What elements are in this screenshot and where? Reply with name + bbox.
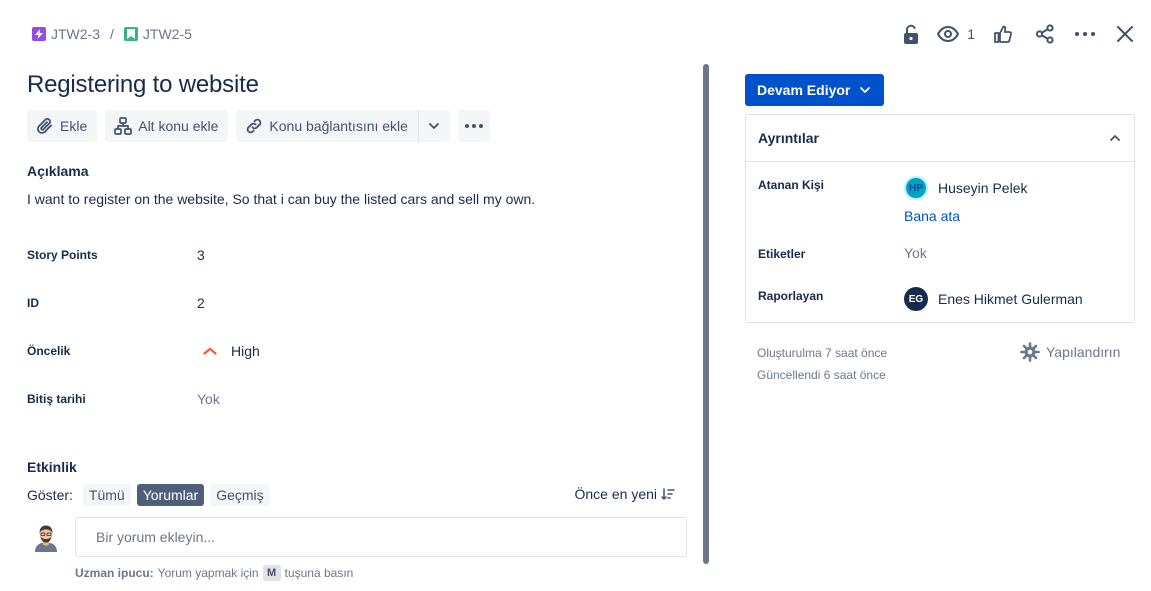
created-time: Oluşturulma 7 saat önce: [757, 346, 888, 360]
issue-meta: Oluşturulma 7 saat önce Güncellendi 6 sa…: [757, 342, 887, 386]
details-header[interactable]: Ayrıntılar: [746, 115, 1134, 162]
thumbs-up-icon: [994, 25, 1012, 43]
priority-high-icon: [203, 347, 217, 355]
breadcrumb-parent[interactable]: JTW2-3: [32, 26, 100, 42]
like-button[interactable]: [991, 22, 1015, 46]
link-options-button[interactable]: [417, 110, 450, 142]
link-label: Konu bağlantısını ekle: [269, 118, 408, 134]
configure-button[interactable]: Yapılandırın: [1020, 342, 1120, 362]
share-icon: [1035, 24, 1054, 44]
reporter-person[interactable]: EG Enes Hikmet Gulerman: [904, 287, 1083, 311]
close-icon: [1117, 26, 1133, 42]
shortcut-key: M: [262, 565, 281, 581]
id-label: ID: [27, 296, 39, 310]
labels-row: Etiketler Yok: [758, 245, 1124, 261]
chevron-down-icon: [429, 123, 440, 129]
issue-key: JTW2-5: [142, 26, 192, 42]
avatar: HP: [904, 176, 928, 200]
labels-label: Etiketler: [758, 247, 806, 261]
field-due-date[interactable]: Bitiş tarihi Yok: [27, 389, 667, 409]
breadcrumb-issue[interactable]: JTW2-5: [123, 26, 192, 42]
filter-comments[interactable]: Yorumlar: [136, 484, 205, 506]
priority-value: High: [231, 343, 260, 359]
link-icon: [247, 118, 262, 134]
details-panel: Ayrıntılar Atanan Kişi HP Huseyin Pelek …: [745, 114, 1135, 323]
epic-icon: [32, 27, 46, 41]
scrollbar-thumb[interactable]: [703, 64, 709, 564]
assignee-label: Atanan Kişi: [758, 178, 825, 192]
breadcrumb: JTW2-3 / JTW2-5: [32, 25, 192, 43]
id-value[interactable]: 2: [197, 295, 205, 311]
current-user-avatar: [35, 525, 57, 552]
sort-label: Önce en yeni: [574, 486, 658, 502]
lock-button[interactable]: [899, 22, 923, 46]
assignee-name: Huseyin Pelek: [938, 180, 1028, 196]
chevron-down-icon: [860, 87, 871, 93]
field-id[interactable]: ID 2: [27, 293, 667, 313]
status-label: Devam Ediyor: [757, 82, 851, 98]
link-issue-button[interactable]: Konu bağlantısını ekle: [236, 110, 418, 142]
subtask-icon: [114, 117, 133, 135]
activity-heading: Etkinlik: [27, 459, 77, 475]
close-button[interactable]: [1113, 22, 1137, 46]
description-text[interactable]: I want to register on the website, So th…: [27, 191, 535, 207]
issue-title[interactable]: Registering to website: [27, 71, 259, 99]
attach-button[interactable]: Ekle: [27, 110, 98, 142]
watch-button[interactable]: 1: [937, 22, 975, 46]
parent-key: JTW2-3: [51, 26, 100, 42]
watch-count: 1: [967, 26, 975, 42]
activity-filter-row: Göster: Tümü Yorumlar Geçmiş: [27, 484, 276, 506]
breadcrumb-separator: /: [110, 26, 114, 42]
lock-icon: [904, 24, 919, 44]
add-subtask-button[interactable]: Alt konu ekle: [105, 110, 229, 142]
sort-button[interactable]: Önce en yeni: [575, 486, 676, 502]
reporter-label: Raporlayan: [758, 289, 824, 303]
more-icon: [464, 124, 483, 128]
pro-tip: Uzman ipucu: Yorum yapmak için M tuşuna …: [75, 565, 353, 581]
chevron-up-icon: [1110, 135, 1120, 141]
reporter-name: Enes Hikmet Gulerman: [938, 291, 1083, 307]
issue-toolbar: Ekle Alt konu ekle Konu bağlantısını ekl…: [27, 110, 490, 142]
paperclip-icon: [37, 118, 52, 134]
sort-icon: [661, 488, 675, 500]
toolbar-more-button[interactable]: [457, 110, 490, 142]
more-actions-button[interactable]: [1073, 22, 1097, 46]
more-icon: [1075, 32, 1095, 36]
story-points-label: Story Points: [27, 248, 98, 262]
details-heading: Ayrıntılar: [758, 130, 819, 146]
filter-history[interactable]: Geçmiş: [210, 484, 270, 506]
gear-icon: [1020, 342, 1040, 362]
updated-time: Güncellendi 6 saat önce: [757, 368, 886, 382]
due-date-value[interactable]: Yok: [197, 391, 220, 407]
share-button[interactable]: [1033, 22, 1057, 46]
story-icon: [123, 27, 138, 41]
configure-label: Yapılandırın: [1046, 344, 1121, 360]
attach-label: Ekle: [60, 118, 88, 134]
field-story-points[interactable]: Story Points 3: [27, 245, 667, 265]
avatar: EG: [904, 287, 928, 311]
pro-tip-before: Yorum yapmak için: [157, 566, 259, 580]
reporter-row: Raporlayan EG Enes Hikmet Gulerman: [758, 287, 1124, 311]
show-label: Göster:: [27, 487, 73, 503]
status-button[interactable]: Devam Ediyor: [745, 74, 885, 106]
due-date-label: Bitiş tarihi: [27, 392, 86, 406]
assignee-value: HP Huseyin Pelek Bana ata: [904, 176, 1028, 224]
subtask-label: Alt konu ekle: [138, 118, 219, 134]
assignee-row: Atanan Kişi HP Huseyin Pelek Bana ata: [758, 176, 1124, 224]
assignee-person[interactable]: HP Huseyin Pelek: [904, 176, 1028, 200]
assign-to-me-link[interactable]: Bana ata: [904, 208, 1028, 224]
description-heading: Açıklama: [27, 163, 89, 179]
eye-icon: [937, 26, 960, 42]
pro-tip-after: tuşuna basın: [284, 566, 354, 580]
labels-value[interactable]: Yok: [904, 245, 927, 261]
priority-label: Öncelik: [27, 344, 71, 358]
priority-value-wrap[interactable]: High: [197, 343, 260, 359]
filter-all[interactable]: Tümü: [82, 484, 131, 506]
pro-tip-bold: Uzman ipucu:: [75, 566, 154, 580]
field-priority[interactable]: Öncelik High: [27, 341, 667, 361]
link-issue-group: Konu bağlantısını ekle: [236, 110, 450, 142]
comment-input[interactable]: [75, 517, 687, 557]
issue-actions: 1: [899, 22, 1137, 46]
story-points-value[interactable]: 3: [197, 247, 205, 263]
